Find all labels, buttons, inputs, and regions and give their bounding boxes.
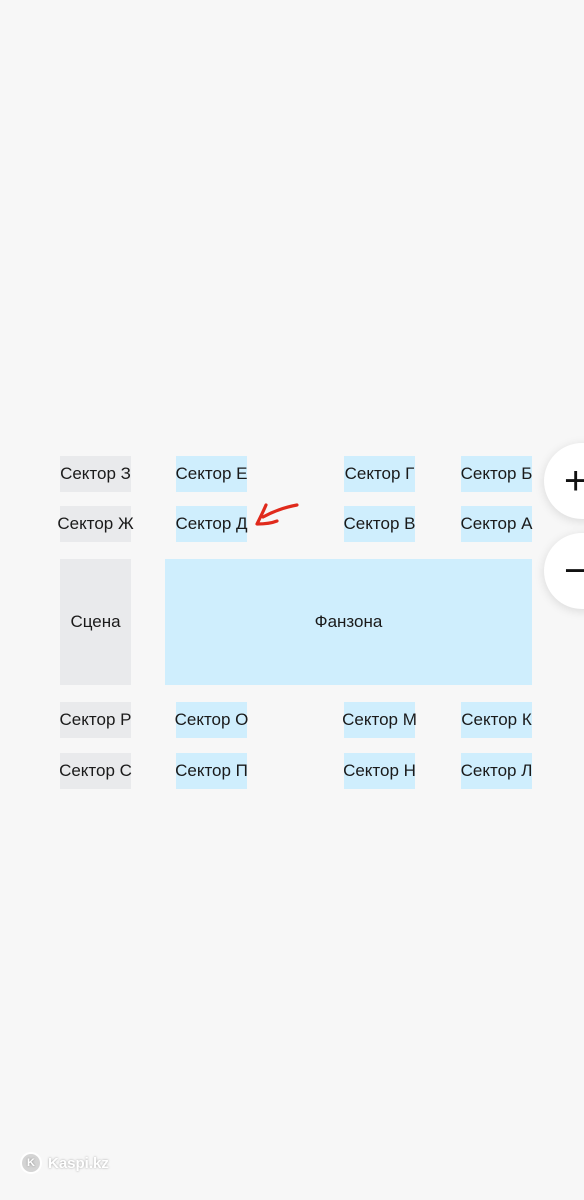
sector-e[interactable]: Сектор Е [176, 456, 247, 492]
sector-l[interactable]: Сектор Л [461, 753, 532, 789]
sector-s: Сектор С [59, 753, 132, 789]
sector-n[interactable]: Сектор Н [343, 753, 416, 789]
sector-m[interactable]: Сектор М [342, 702, 417, 738]
watermark-text: Kaspi.kz [48, 1154, 109, 1172]
zoom-out-button[interactable]: − [544, 533, 584, 609]
sector-o[interactable]: Сектор О [175, 702, 248, 738]
zoom-in-button[interactable]: + [544, 443, 584, 519]
sector-z: Сектор З [60, 456, 131, 492]
sector-b[interactable]: Сектор Б [461, 456, 532, 492]
sector-r: Сектор Р [60, 702, 131, 738]
sector-d[interactable]: Сектор Д [175, 506, 248, 542]
sector-g[interactable]: Сектор Г [344, 456, 415, 492]
sector-v[interactable]: Сектор В [344, 506, 415, 542]
sector-k[interactable]: Сектор К [461, 702, 532, 738]
sector-p[interactable]: Сектор П [175, 753, 248, 789]
kaspi-watermark: K Kaspi.kz [20, 1152, 109, 1174]
kaspi-logo-icon: K [20, 1152, 42, 1174]
sector-zh: Сектор Ж [57, 506, 134, 542]
fanzone[interactable]: Фанзона [165, 559, 532, 685]
annotation-arrow-icon [255, 503, 299, 526]
venue-map-screen: Сектор З Сектор Е Сектор Г Сектор Б Сект… [0, 0, 584, 1200]
stage: Сцена [60, 559, 131, 685]
sector-a[interactable]: Сектор А [461, 506, 532, 542]
